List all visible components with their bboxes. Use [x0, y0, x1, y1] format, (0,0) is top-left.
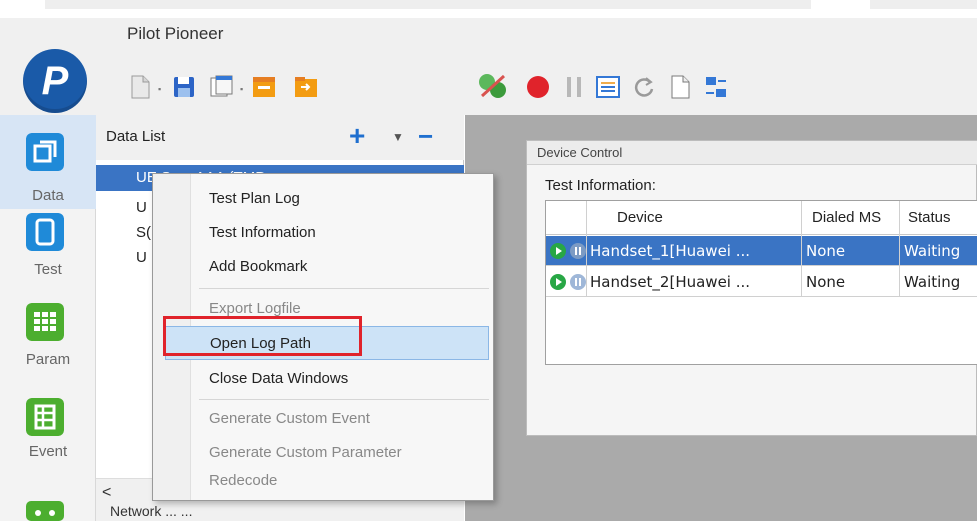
nav-item-data[interactable]: Data [0, 115, 96, 209]
top-strip-bar [870, 0, 977, 9]
report-icon[interactable] [594, 74, 622, 100]
nav-item-test[interactable]: Test [0, 209, 96, 303]
table-row[interactable]: Handset_1[Huawei ... None Waiting [546, 236, 977, 266]
remove-icon[interactable]: − [418, 121, 433, 152]
left-navigation: Data Test Param Event [0, 115, 96, 521]
device-control-title: Device Control [527, 141, 977, 165]
menu-separator [199, 288, 489, 289]
refresh-icon[interactable] [630, 74, 658, 100]
test-icon [26, 213, 64, 251]
data-icon [26, 133, 64, 171]
nav-label-event: Event [28, 443, 68, 460]
table-row[interactable]: Handset_2[Huawei ... None Waiting [546, 267, 977, 297]
app-title: Pilot Pioneer [127, 24, 224, 43]
nav-label-param: Param [25, 351, 71, 368]
device-cell: Handset_1[Huawei ... [590, 242, 751, 260]
menu-item-test-plan-log[interactable]: Test Plan Log [191, 182, 491, 216]
grid-header: Device Dialed MS Status [546, 201, 977, 235]
nav-item-param[interactable]: Param [0, 303, 96, 397]
menu-item-test-information[interactable]: Test Information [191, 216, 491, 250]
swap-icon[interactable] [702, 74, 730, 100]
app-logo[interactable]: P [23, 49, 87, 113]
start-icon[interactable] [550, 274, 566, 290]
dropdown-arrow-icon[interactable]: ▪ [158, 84, 166, 94]
grid-divider [801, 235, 802, 297]
pause-icon[interactable] [570, 274, 586, 290]
start-icon[interactable] [550, 243, 566, 259]
nav-item-event[interactable]: Event [0, 397, 96, 491]
menu-item-generate-custom-event[interactable]: Generate Custom Event [191, 402, 491, 436]
status-cell: Waiting [904, 242, 961, 260]
new-file-icon[interactable] [126, 74, 154, 100]
save-icon[interactable] [170, 74, 198, 100]
nav-label-test: Test [34, 261, 62, 278]
chevron-down-icon[interactable]: ▼ [392, 130, 404, 144]
app-header: Pilot Pioneer P ▪ ▪ [0, 18, 977, 115]
event-icon [26, 398, 64, 436]
dialed-ms-cell: None [806, 273, 846, 291]
device-control-window: Device Control Test Information: Device … [526, 140, 977, 436]
status-cell: Waiting [904, 273, 961, 291]
grid-header-cell [546, 201, 586, 235]
grid-divider [899, 235, 900, 297]
menu-item-close-data-windows[interactable]: Close Data Windows [191, 362, 491, 396]
data-list-title: Data List [106, 128, 166, 145]
column-header-dialed-ms[interactable]: Dialed MS [801, 201, 899, 235]
device-grid: Device Dialed MS Status Handset_1[Huawei… [545, 200, 977, 365]
test-information-label: Test Information: [545, 177, 656, 194]
param-icon [26, 303, 64, 341]
dropdown-arrow-icon[interactable]: ▪ [240, 84, 248, 94]
add-icon[interactable]: + [349, 120, 365, 152]
scroll-left-button[interactable]: < [102, 484, 111, 502]
menu-item-redecode[interactable]: Redecode [191, 464, 491, 498]
window-icon[interactable] [208, 74, 236, 100]
dialed-ms-cell: None [806, 242, 846, 260]
nav-label-data: Data [32, 187, 64, 204]
highlight-box [163, 316, 362, 356]
menu-separator [199, 399, 489, 400]
workspace-area: Device Control Test Information: Device … [465, 115, 977, 521]
connect-devices-icon[interactable] [476, 70, 510, 102]
folder-export-icon[interactable] [250, 74, 278, 100]
pause-icon[interactable] [570, 243, 586, 259]
network-icon[interactable] [26, 501, 64, 521]
bottom-panel-tab[interactable]: Network ... ... [110, 503, 192, 519]
data-list-header: Data List + ▼ − [96, 115, 464, 160]
device-cell: Handset_2[Huawei ... [590, 273, 751, 291]
top-strip [0, 0, 977, 18]
column-header-device[interactable]: Device [586, 201, 801, 235]
document-icon[interactable] [666, 74, 694, 100]
record-icon[interactable] [524, 74, 552, 100]
pause-icon[interactable] [560, 74, 588, 100]
grid-divider [586, 235, 587, 297]
column-header-status[interactable]: Status [899, 201, 977, 235]
top-strip-bar [45, 0, 811, 9]
menu-item-add-bookmark[interactable]: Add Bookmark [191, 250, 491, 284]
folder-import-icon[interactable] [292, 74, 320, 100]
